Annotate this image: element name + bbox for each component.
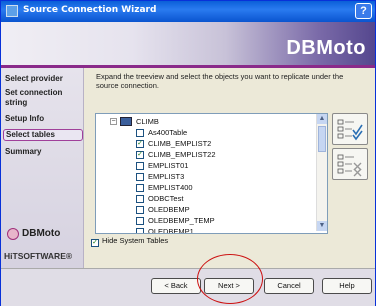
- brand-title: DBMoto: [286, 37, 366, 59]
- deselect-all-button[interactable]: [332, 148, 368, 180]
- wizard-button-bar: < Back Next > Cancel Help: [1, 268, 375, 306]
- tree-item-label: EMPLIST01: [148, 161, 189, 170]
- table-treeview[interactable]: − CLIMB As400Table ✓ CLIMB_EMPLIST2 ✓ CLIMB_…: [95, 113, 328, 234]
- tree-item-label: OLEDBEMP: [148, 205, 190, 214]
- scroll-down-icon[interactable]: ▼: [317, 221, 327, 231]
- hide-system-tables-label: Hide System Tables: [102, 236, 169, 245]
- tree-item-label: OLEDBEMP_TEMP: [148, 216, 215, 225]
- tree-item-row[interactable]: ODBCTest: [96, 193, 316, 204]
- tree-item-row[interactable]: EMPLIST01: [96, 160, 316, 171]
- tree-item-checkbox[interactable]: [136, 173, 144, 181]
- title-bar: Source Connection Wizard ?: [1, 1, 375, 22]
- tree-item-row[interactable]: EMPLIST3: [96, 171, 316, 182]
- tree-item-label: OLEDBEMP1: [148, 227, 194, 234]
- tree-item-checkbox[interactable]: [136, 217, 144, 225]
- collapse-icon[interactable]: −: [110, 118, 117, 125]
- tree-item-label: CLIMB_EMPLIST22: [148, 150, 216, 159]
- tree-item-checkbox[interactable]: [136, 162, 144, 170]
- deselect-all-icon: [337, 154, 362, 177]
- app-icon: [6, 5, 18, 17]
- dbmoto-logo-text: DBMoto: [22, 228, 61, 239]
- hide-system-tables[interactable]: ✓ Hide System Tables: [91, 236, 169, 247]
- tree-item-row[interactable]: As400Table: [96, 127, 316, 138]
- header-banner: DBMoto: [1, 22, 375, 68]
- tree-item-checkbox[interactable]: [136, 184, 144, 192]
- tree-item-label: EMPLIST400: [148, 183, 193, 192]
- tree-item-checkbox[interactable]: ✓: [136, 140, 144, 148]
- company-logo: HiTSOFTWARE®: [4, 251, 73, 261]
- help-button[interactable]: Help: [322, 278, 372, 294]
- tree-root-label: CLIMB: [136, 117, 159, 126]
- main-content: Expand the treeview and select the objec…: [84, 68, 375, 268]
- database-icon: [120, 117, 132, 126]
- cancel-button[interactable]: Cancel: [264, 278, 314, 294]
- tree-item-row[interactable]: OLEDBEMP: [96, 204, 316, 215]
- scroll-up-icon[interactable]: ▲: [317, 114, 327, 124]
- select-all-icon: [337, 119, 363, 141]
- hide-system-tables-checkbox[interactable]: ✓: [91, 239, 99, 247]
- dbmoto-logo-icon: [7, 228, 19, 240]
- wizard-window: Source Connection Wizard ? DBMoto Select…: [0, 0, 376, 306]
- tree-item-label: CLIMB_EMPLIST2: [148, 139, 212, 148]
- wizard-steps-sidebar: Select provider Set connection string Se…: [1, 68, 84, 268]
- step-setup-info[interactable]: Setup Info: [5, 114, 79, 124]
- instructions-text: Expand the treeview and select the objec…: [96, 72, 344, 90]
- tree-root-row[interactable]: − CLIMB: [96, 116, 316, 127]
- tree-item-checkbox[interactable]: [136, 195, 144, 203]
- tree-item-row[interactable]: ✓ CLIMB_EMPLIST22: [96, 149, 316, 160]
- tree-item-checkbox[interactable]: [136, 206, 144, 214]
- tree-item-label: EMPLIST3: [148, 172, 185, 181]
- tree-item-row[interactable]: EMPLIST400: [96, 182, 316, 193]
- select-all-button[interactable]: [332, 113, 368, 145]
- tree-item-checkbox[interactable]: [136, 129, 144, 137]
- tree-item-row[interactable]: ✓ CLIMB_EMPLIST2: [96, 138, 316, 149]
- step-select-tables[interactable]: Select tables: [3, 129, 83, 141]
- back-button[interactable]: < Back: [151, 278, 201, 294]
- step-select-provider[interactable]: Select provider: [5, 74, 79, 84]
- tree-item-row[interactable]: OLEDBEMP_TEMP: [96, 215, 316, 226]
- window-title: Source Connection Wizard: [23, 5, 157, 15]
- tree-item-row[interactable]: OLEDBEMP1: [96, 226, 316, 234]
- tree-item-label: ODBCTest: [148, 194, 184, 203]
- tree-scrollbar[interactable]: ▲ ▼: [316, 114, 327, 231]
- title-help-button[interactable]: ?: [355, 3, 372, 19]
- tree-item-label: As400Table: [148, 128, 188, 137]
- step-summary[interactable]: Summary: [5, 147, 79, 157]
- tree-item-checkbox[interactable]: ✓: [136, 151, 144, 159]
- annotation-circle: [197, 254, 263, 304]
- step-set-connection-string[interactable]: Set connection string: [5, 88, 79, 108]
- tree-item-checkbox[interactable]: [136, 228, 144, 233]
- scroll-thumb[interactable]: [318, 126, 326, 152]
- dbmoto-logo: DBMoto: [7, 228, 79, 242]
